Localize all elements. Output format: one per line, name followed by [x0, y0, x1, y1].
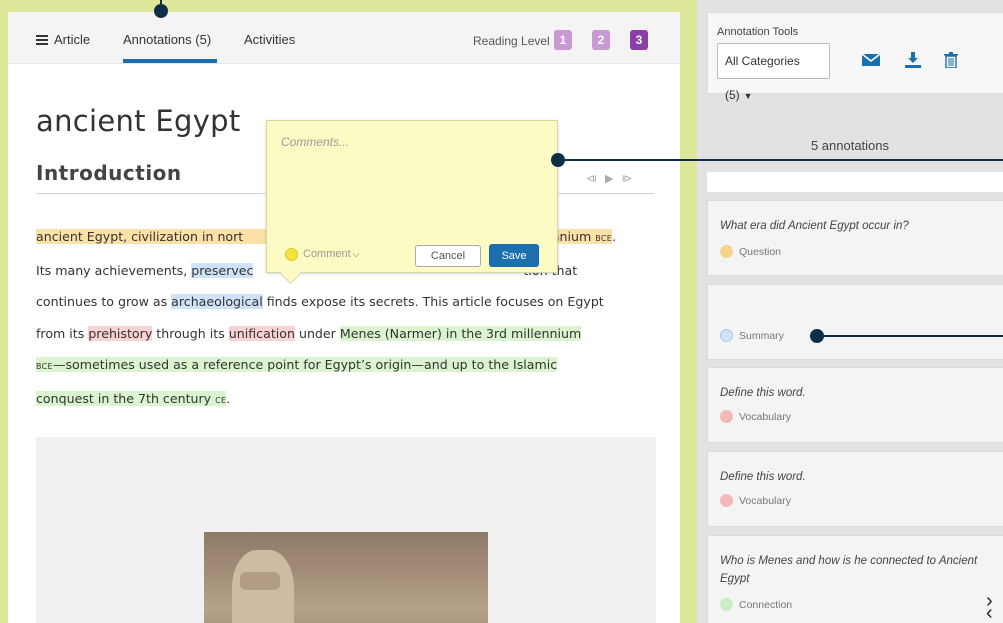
annotations-panel: Annotation Tools All Categories (5) ▼ 5 a…	[697, 0, 1003, 623]
annotation-card[interactable]: Who is Menes and how is he connected to …	[707, 535, 1003, 623]
highlight-connection-cont[interactable]: BCE—sometimes used as a reference point …	[36, 357, 558, 372]
article-image-frame	[36, 437, 656, 623]
chevron-down-icon: ⌵	[352, 249, 360, 259]
highlight-summary[interactable]: preservec	[191, 262, 254, 278]
annotation-text: Who is Menes and how is he connected to …	[720, 555, 978, 585]
comment-input[interactable]	[281, 135, 543, 235]
callout-dot-comment	[551, 153, 565, 167]
category-dot	[720, 494, 733, 507]
reading-level-3[interactable]: 3	[630, 30, 648, 50]
tab-article[interactable]: Article	[36, 32, 90, 47]
highlight-vocabulary-unification[interactable]: unification	[228, 325, 295, 341]
annotation-category: Question	[720, 245, 781, 258]
tab-annotations[interactable]: Annotations (5)	[123, 32, 211, 47]
tab-article-label: Article	[54, 32, 91, 47]
tab-activities[interactable]: Activities	[244, 32, 295, 47]
reading-level-1[interactable]: 1	[554, 30, 572, 50]
highlight-vocabulary-archaeological[interactable]: archaeological	[171, 294, 263, 309]
annotation-category: Vocabulary	[720, 410, 791, 423]
list-icon	[36, 35, 48, 45]
skip-forward-icon[interactable]: ⧐	[621, 173, 640, 185]
page-title: ancient Egypt	[36, 104, 241, 138]
callout-dot-summary	[810, 329, 824, 343]
reading-level-label: Reading Level	[473, 34, 550, 48]
category-dot	[720, 410, 733, 423]
comment-category-dropdown[interactable]: Comment ⌵	[303, 248, 360, 260]
skip-back-icon[interactable]: ⧏	[586, 173, 605, 185]
highlight-vocabulary-prehistory[interactable]: prehistory	[88, 325, 153, 341]
active-tab-indicator	[123, 59, 217, 63]
comment-category-dot	[285, 248, 298, 261]
download-icon[interactable]	[904, 52, 922, 68]
callout-line-summary	[822, 335, 1003, 337]
annotation-text: Define this word.	[720, 471, 806, 483]
save-button[interactable]: Save	[489, 244, 539, 267]
annotation-card[interactable]: Define this word. Vocabulary	[707, 367, 1003, 443]
category-filter-select[interactable]: All Categories (5) ▼	[717, 43, 830, 102]
article-panel: Article Annotations (5) Activities Readi…	[8, 12, 680, 623]
email-icon[interactable]	[862, 52, 880, 68]
highlight-connection-end[interactable]: conquest in the 7th century CE	[36, 390, 227, 406]
play-icon[interactable]: ▶	[605, 173, 621, 185]
category-dot	[720, 245, 733, 258]
annotation-card[interactable]: What era did Ancient Egypt occur in? Que…	[707, 200, 1003, 276]
category-dot	[720, 598, 733, 611]
callout-line-comment	[562, 159, 1003, 161]
annotation-text: What era did Ancient Egypt occur in?	[720, 220, 909, 232]
category-dot	[720, 329, 733, 342]
comment-popup: Comment⌵ Cancel Save	[266, 120, 558, 273]
section-title: Introduction	[36, 161, 182, 185]
annotation-category: Connection	[720, 598, 792, 611]
highlight-connection[interactable]: Menes (Narmer) in the 3rd millennium	[339, 325, 582, 341]
trash-icon[interactable]	[942, 52, 960, 68]
audio-controls: ⧏▶⧐	[586, 172, 640, 185]
annotation-text: Define this word.	[720, 387, 806, 399]
caret-down-icon: ▼	[743, 91, 753, 101]
annotation-card[interactable]: Define this word. Vocabulary	[707, 451, 1003, 527]
article-tabbar: Article Annotations (5) Activities Readi…	[8, 12, 680, 64]
annotation-category: Summary	[720, 329, 784, 342]
cancel-button[interactable]: Cancel	[415, 245, 481, 267]
annotation-count: 5 annotations	[810, 138, 890, 153]
annotation-tools-label: Annotation Tools	[717, 26, 799, 38]
expand-chevron-icon[interactable]: › ‹	[986, 591, 993, 623]
statue-image	[204, 532, 488, 623]
annotation-list-header	[707, 172, 1003, 192]
annotation-category: Vocabulary	[720, 494, 791, 507]
reading-level-2[interactable]: 2	[592, 30, 610, 50]
callout-dot-tabs	[154, 4, 168, 18]
annotation-card[interactable]: Summary	[707, 284, 1003, 360]
